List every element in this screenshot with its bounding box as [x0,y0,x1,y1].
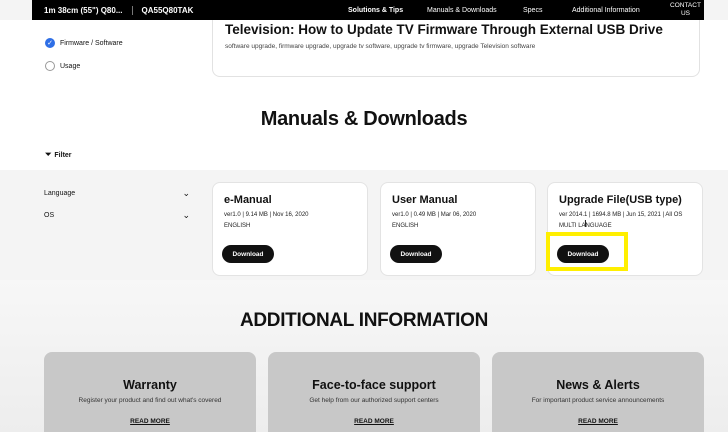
info-card-face-to-face-support[interactable]: Face-to-face support Get help from our a… [268,352,480,432]
manual-title: User Manual [392,194,458,206]
category-firmware-software[interactable]: ✓ Firmware / Software [45,38,123,48]
contact-line-2: US [680,10,690,17]
filter-os[interactable]: OS ⌄ [44,210,190,221]
read-more-link[interactable]: READ MORE [492,418,704,425]
read-more-link[interactable]: READ MORE [268,418,480,425]
top-navigation-bar: 1m 38cm (55") Q80... QA55Q80TAK Solution… [32,0,704,20]
manual-meta: ver 2014.1 | 1694.8 MB | Jun 15, 2021 | … [559,212,683,218]
unchecked-radio-icon [45,61,55,71]
manual-title: e-Manual [224,194,272,206]
nav-manuals-downloads[interactable]: Manuals & Downloads [427,0,497,20]
download-button[interactable]: Download [222,245,274,263]
filter-language[interactable]: Language ⌄ [44,188,190,199]
highlight-box [546,232,628,271]
product-model-code: QA55Q80TAK [141,5,194,15]
info-card-description: Register your product and find out what'… [78,397,222,404]
category-label: Usage [60,62,81,70]
info-card-title: News & Alerts [556,378,640,392]
info-card-news-alerts[interactable]: News & Alerts For important product serv… [492,352,704,432]
filter-language-label: Language [44,190,76,197]
text-cursor-icon: I [584,219,587,230]
manual-language: ENGLISH [392,223,419,229]
manual-title: Upgrade File(USB type) [559,194,682,206]
contact-line-1: CONTACT [670,2,701,9]
manual-card-emanual: e-Manual ver1.0 | 9.14 MB | Nov 16, 2020… [212,182,368,276]
nav-divider [131,5,133,15]
manual-card-user-manual: User Manual ver1.0 | 0.49 MB | Mar 06, 2… [380,182,536,276]
read-more-link[interactable]: READ MORE [44,418,256,425]
article-tags: software upgrade, firmware upgrade, upgr… [225,43,536,50]
category-label: Firmware / Software [60,39,123,47]
download-button[interactable]: Download [390,245,442,263]
additional-information-heading: ADDITIONAL INFORMATION [239,310,489,331]
filter-os-label: OS [44,212,55,219]
nav-solutions-tips[interactable]: Solutions & Tips [348,0,403,20]
info-card-title: Face-to-face support [312,378,436,392]
filter-toggle[interactable]: ⏷ Filter [45,150,72,160]
product-model-name: 1m 38cm (55") Q80... [44,5,123,15]
checked-icon: ✓ [45,38,55,48]
info-card-description: Get help from our authorized support cen… [309,397,439,404]
info-card-title: Warranty [123,378,177,392]
manuals-downloads-heading: Manuals & Downloads [260,108,468,130]
chevron-down-icon: ⌄ [182,210,190,220]
nav-additional-information[interactable]: Additional Information [572,0,640,20]
nav-specs[interactable]: Specs [523,0,542,20]
manual-language: ENGLISH [224,223,251,229]
info-card-warranty[interactable]: Warranty Register your product and find … [44,352,256,432]
nav-contact-us[interactable]: CONTACT US [670,0,701,20]
manual-meta: ver1.0 | 9.14 MB | Nov 16, 2020 [224,212,309,218]
chevron-down-icon: ⌄ [182,188,190,198]
article-card[interactable]: Television: How to Update TV Firmware Th… [212,20,700,77]
filter-label: Filter [54,151,72,159]
filter-icon: ⏷ [45,150,52,159]
category-usage[interactable]: Usage [45,61,80,71]
content-area: ✓ Firmware / Software Usage Television: … [0,20,728,170]
manual-meta: ver1.0 | 0.49 MB | Mar 06, 2020 [392,212,477,218]
article-title[interactable]: Television: How to Update TV Firmware Th… [225,22,663,37]
info-card-description: For important product service announceme… [531,397,665,404]
